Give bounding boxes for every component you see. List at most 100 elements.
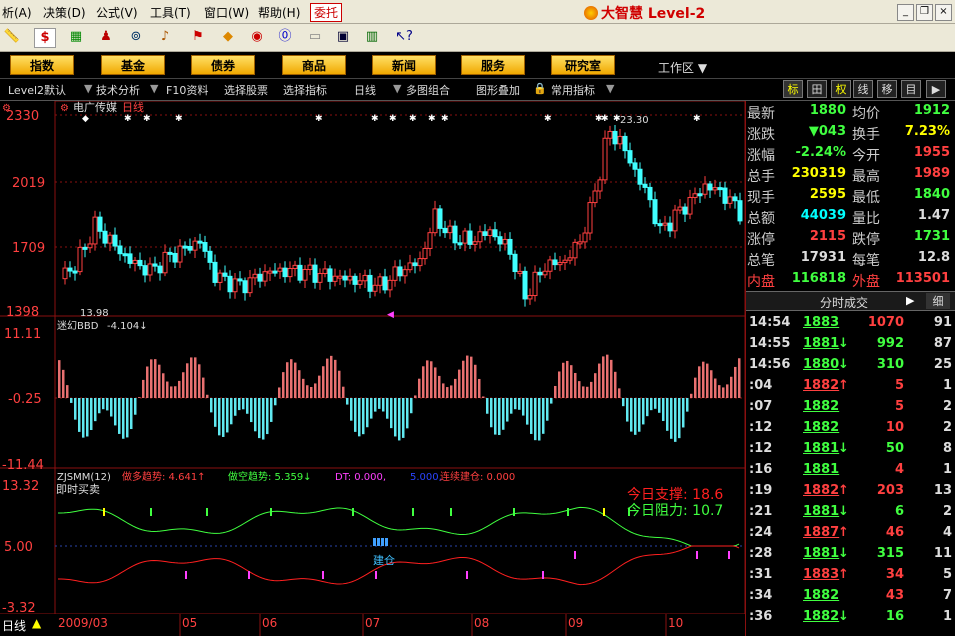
- bbd-bar: [158, 364, 161, 398]
- func-f10[interactable]: F10资料: [166, 82, 208, 98]
- help-arrow-icon[interactable]: ↖?: [394, 28, 414, 46]
- bbd-bar: [310, 387, 313, 398]
- candle-body: [242, 280, 248, 294]
- bbd-bar: [562, 362, 565, 398]
- bbd-bar: [722, 387, 725, 398]
- money-icon[interactable]: ▦: [66, 28, 86, 46]
- close-icon[interactable]: ×: [935, 4, 952, 21]
- func-common-indicator[interactable]: 常用指标: [551, 82, 595, 98]
- zj-build: 连续建仓: 0.000: [440, 470, 515, 483]
- books-icon[interactable]: ▥: [362, 28, 382, 46]
- signal-marker: ✱: [544, 114, 552, 124]
- x-tick-label: 07: [365, 616, 380, 630]
- tab-move[interactable]: 移: [877, 80, 897, 98]
- menu-tools[interactable]: 工具(T): [150, 4, 191, 21]
- nav-research-button[interactable]: 研究室: [551, 55, 615, 75]
- bbd-bar: [270, 398, 273, 422]
- bbd-bar: [178, 380, 181, 398]
- func-level2-default[interactable]: Level2默认: [8, 82, 66, 98]
- tab-mark[interactable]: 标: [783, 80, 803, 98]
- dollar-icon[interactable]: $: [34, 28, 56, 48]
- minimize-icon[interactable]: _: [897, 4, 914, 21]
- nav-news-button[interactable]: 新闻: [372, 55, 436, 75]
- func-daily[interactable]: 日线: [354, 82, 376, 98]
- settings-icon[interactable]: ⚙: [2, 103, 11, 114]
- bbd-bar: [698, 366, 701, 398]
- bbd-bar: [642, 398, 645, 425]
- menu-formula[interactable]: 公式(V): [96, 4, 138, 21]
- candle-body: [232, 278, 238, 293]
- bbd-bar: [394, 398, 397, 437]
- quote-label: 每笔: [852, 253, 880, 269]
- candle-body: [162, 251, 168, 274]
- trade-price: 1882: [803, 588, 840, 603]
- blank-icon[interactable]: ▭: [305, 28, 325, 46]
- bell-icon[interactable]: ♪: [155, 28, 175, 46]
- f10-icon[interactable]: ⓪: [275, 28, 295, 46]
- tab-next[interactable]: ▶: [926, 80, 946, 98]
- window-controls: _ ❐ ×: [895, 3, 952, 21]
- quote-value: 1.47: [917, 208, 950, 223]
- nav-service-button[interactable]: 服务: [461, 55, 525, 75]
- trade-row: 14:56 1880 ↓ 310 25: [746, 355, 955, 376]
- quote-value: 7.23%: [904, 124, 950, 139]
- entrust-button[interactable]: 委托: [310, 3, 343, 22]
- settings-icon[interactable]: ⚙: [60, 103, 69, 114]
- bbd-bar: [214, 398, 217, 427]
- menu-help[interactable]: 帮助(H): [258, 4, 300, 21]
- candle-body: [717, 187, 723, 191]
- signal-marker: ✱: [693, 114, 701, 124]
- bbd-bar: [130, 398, 133, 430]
- func-select-stock[interactable]: 选择股票: [224, 82, 268, 98]
- menu-window[interactable]: 窗口(W): [204, 4, 249, 21]
- nav-commodity-button[interactable]: 商品: [282, 55, 346, 75]
- tab-right[interactable]: 权: [831, 80, 851, 98]
- zj-signal-tick: [375, 571, 377, 579]
- workspace-dropdown[interactable]: 工作区 ▼: [658, 59, 707, 76]
- diamond-icon[interactable]: ◆: [218, 28, 238, 46]
- bbd-bar: [90, 398, 93, 431]
- detail-tab[interactable]: 细: [926, 293, 950, 309]
- ruler-icon[interactable]: 📏: [2, 28, 22, 46]
- nav-bond-button[interactable]: 债券: [191, 55, 255, 75]
- nav-index-button[interactable]: 指数: [10, 55, 74, 75]
- candle-body: [167, 251, 173, 255]
- bbd-bar: [210, 398, 213, 413]
- trade-row: :34 1882 43 7: [746, 586, 955, 607]
- status-period[interactable]: 日线 ▲: [0, 614, 56, 636]
- func-select-indicator[interactable]: 选择指标: [283, 82, 327, 98]
- binoculars-icon[interactable]: ⊚: [126, 28, 146, 46]
- func-overlay[interactable]: 图形叠加: [476, 82, 520, 98]
- chart-area[interactable]: 2330 2019 1709 1398 11.11 -0.25 -11.44 1…: [0, 101, 745, 636]
- bbd-bar: [630, 398, 633, 432]
- candle-body: [637, 168, 643, 185]
- func-tech-analysis[interactable]: 技术分析: [96, 82, 140, 98]
- trade-volume: 992: [876, 336, 904, 351]
- instant-label: 即时买卖: [56, 483, 100, 496]
- zj-signal-tick: [574, 551, 576, 559]
- signal-marker: ✱: [428, 114, 436, 124]
- candle-body: [487, 229, 493, 236]
- window-icon[interactable]: ▣: [333, 28, 353, 46]
- candle-body: [427, 232, 433, 249]
- bbd-bar: [418, 378, 421, 398]
- bbd-bar: [506, 398, 509, 422]
- func-multi-chart[interactable]: 多图组合: [406, 82, 450, 98]
- signal-marker: ✱: [315, 114, 323, 124]
- nav-fund-button[interactable]: 基金: [101, 55, 165, 75]
- trade-row: :19 1882 ↑ 203 13: [746, 481, 955, 502]
- play-icon[interactable]: ▶: [906, 294, 914, 307]
- tab-line[interactable]: 线: [853, 80, 873, 98]
- menu-decision[interactable]: 决策(D): [43, 4, 86, 21]
- tab-catalog[interactable]: 目: [901, 80, 921, 98]
- restore-icon[interactable]: ❐: [916, 4, 933, 21]
- brand-text: 大智慧 Level-2: [601, 6, 706, 22]
- lips-icon[interactable]: ◉: [247, 28, 267, 46]
- candle-body: [122, 253, 128, 257]
- candle-body: [592, 190, 598, 204]
- candle-body: [722, 187, 728, 204]
- people-icon[interactable]: ♟: [96, 28, 116, 46]
- alert-icon[interactable]: ⚑: [188, 28, 208, 46]
- tab-grid[interactable]: 田: [807, 80, 827, 98]
- menu-analysis[interactable]: 析(A): [2, 4, 32, 21]
